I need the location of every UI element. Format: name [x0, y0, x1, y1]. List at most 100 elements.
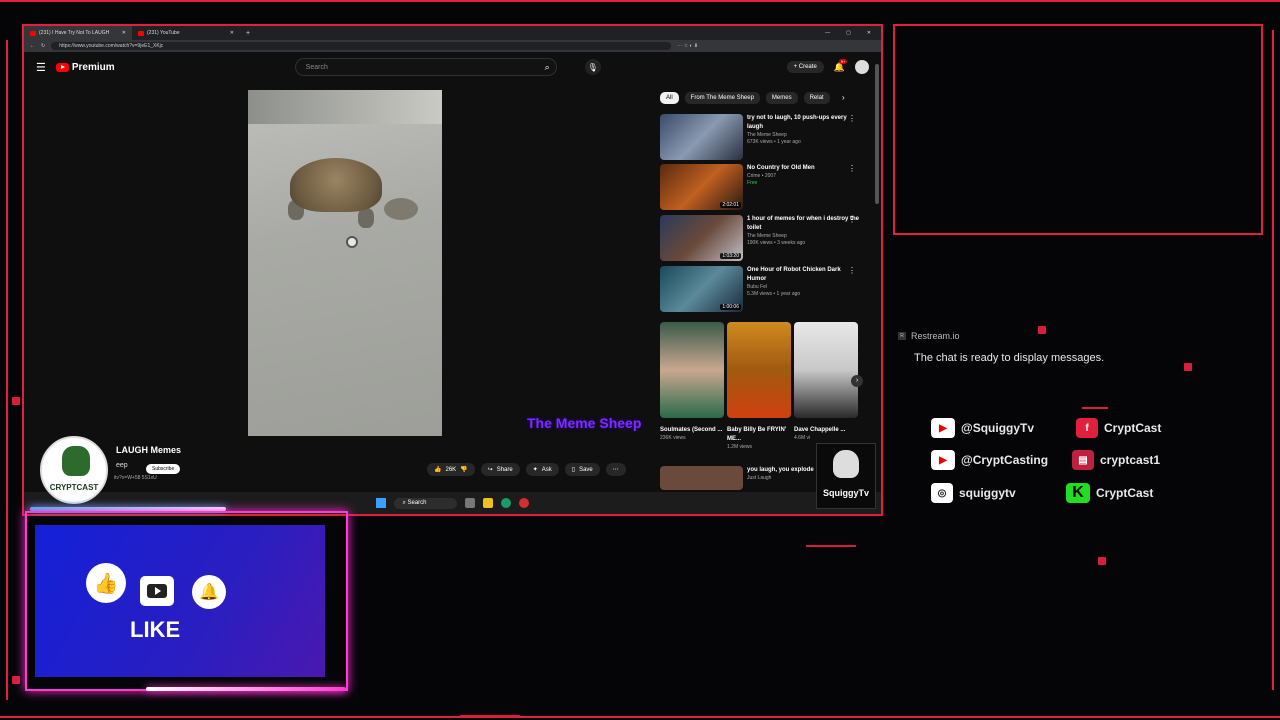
- search-input[interactable]: Search: [294, 58, 557, 76]
- rec-meta: Free: [747, 180, 758, 186]
- taskbar-search[interactable]: ⌕ Search: [394, 497, 457, 509]
- video-player[interactable]: [248, 90, 442, 436]
- neon-glow-bar: [146, 687, 346, 691]
- task-view-icon[interactable]: [464, 498, 475, 508]
- share-button[interactable]: ↪ Share: [480, 463, 520, 476]
- chip-all[interactable]: All: [660, 92, 679, 104]
- short-thumbnail[interactable]: [660, 322, 724, 418]
- short-title: Baby Billy Be FRYIN' ME...: [727, 427, 787, 442]
- bell-icon: 🔔: [192, 575, 226, 609]
- turtle-head: [384, 198, 418, 220]
- tab-inactive[interactable]: (231) YouTube ✕: [132, 26, 240, 40]
- tab-bar: (231) I Have Try Not To LAUGH ✕ (231) Yo…: [24, 26, 881, 40]
- notifications-bell-icon[interactable]: 🔔 9+: [834, 58, 848, 73]
- more-options-icon[interactable]: ⋮: [848, 266, 856, 275]
- deco-dash: [806, 545, 856, 547]
- list-item[interactable]: 2:02:01 No Country for Old Men Crime • 2…: [660, 164, 860, 210]
- list-item[interactable]: 1:00:06 One Hour of Robot Chicken Dark H…: [660, 266, 860, 312]
- hamburger-menu-icon[interactable]: ☰: [36, 61, 46, 74]
- tab-active[interactable]: (231) I Have Try Not To LAUGH ✕: [24, 26, 132, 40]
- tab-label: (231) YouTube: [147, 30, 180, 36]
- social-handle: CryptCast: [1096, 486, 1154, 500]
- save-button[interactable]: ▯ Save: [564, 463, 600, 476]
- close-window-icon[interactable]: ✕: [867, 30, 871, 36]
- deco-dash: [460, 715, 520, 717]
- minimize-icon[interactable]: —: [825, 30, 830, 36]
- deco-dot: [12, 397, 20, 405]
- frame-left-border: [6, 40, 8, 700]
- more-options-icon[interactable]: ⋮: [848, 215, 856, 224]
- social-instagram: ◎ squiggytv: [931, 483, 1016, 503]
- ask-button[interactable]: ✦ Ask: [525, 463, 559, 476]
- new-tab-button[interactable]: +: [240, 30, 256, 37]
- scrollbar[interactable]: [875, 64, 879, 204]
- duration-badge: 1:00:06: [720, 304, 741, 310]
- rec-channel: The Meme Sheep: [747, 233, 787, 239]
- notification-badge: 9+: [838, 58, 848, 64]
- social-handle: @SquiggyTv: [961, 421, 1035, 435]
- video-thumbnail: 2:02:01: [660, 164, 743, 210]
- account-avatar[interactable]: [855, 60, 869, 74]
- share-label: Share: [496, 466, 513, 473]
- frame-right-border: [1272, 30, 1274, 690]
- rec-title: try not to laugh, 10 push-ups every laug…: [747, 115, 847, 130]
- more-options-icon[interactable]: ⋮: [848, 164, 856, 173]
- extensions-icon[interactable]: ⋯ ☆ ◐ ⬇: [677, 43, 698, 49]
- turtle-shell: [290, 158, 382, 212]
- restream-header: R Restream.io: [898, 331, 960, 341]
- more-options-icon[interactable]: ⋮: [848, 114, 856, 123]
- search-icon[interactable]: ⌕: [545, 62, 561, 73]
- rec-meta: 190K views • 3 weeks ago: [747, 240, 806, 246]
- chrome-icon[interactable]: [518, 498, 529, 508]
- channel-name[interactable]: eep: [116, 462, 128, 469]
- back-icon[interactable]: ←: [30, 43, 35, 49]
- short-views: 4.6M vi: [794, 435, 811, 441]
- shorts-shelf: [660, 322, 858, 418]
- edge-icon[interactable]: [500, 498, 511, 508]
- taskbar-search-label: Search: [407, 499, 427, 506]
- list-item[interactable]: try not to laugh, 10 push-ups every laug…: [660, 114, 860, 160]
- thumbs-down-icon[interactable]: 👎: [460, 466, 467, 473]
- windows-start-icon[interactable]: [376, 498, 387, 508]
- chevron-right-icon[interactable]: ›: [851, 375, 863, 387]
- microphone-icon[interactable]: 🎙: [584, 59, 601, 75]
- url-field[interactable]: https://www.youtube.com/watch?v=9jeE1_XK…: [51, 42, 672, 50]
- youtube-favicon-icon: [138, 30, 144, 36]
- sparkle-icon: ✦: [532, 467, 538, 473]
- video-thumbnail: 1:03:20: [660, 215, 743, 261]
- facebook-icon: f: [1076, 418, 1098, 438]
- thumbs-up-icon: 👍: [86, 563, 126, 603]
- close-tab-icon[interactable]: ✕: [122, 30, 126, 36]
- frame-bottom-border: [0, 716, 1280, 718]
- youtube-logo[interactable]: Premium: [55, 61, 115, 73]
- social-youtube-squiggy: ▶ @SquiggyTv: [931, 418, 1034, 438]
- maximize-icon[interactable]: ▢: [846, 30, 851, 36]
- close-tab-icon[interactable]: ✕: [230, 30, 234, 36]
- social-facebook: f CryptCast: [1076, 418, 1161, 438]
- social-handle: squiggytv: [959, 486, 1016, 500]
- kick-icon: K: [1066, 483, 1090, 503]
- chip-from-channel[interactable]: From The Meme Sheep: [684, 92, 760, 104]
- frame-top-border: [0, 0, 1280, 2]
- chip-memes[interactable]: Memes: [765, 92, 798, 104]
- list-item[interactable]: 1:03:20 1 hour of memes for when i destr…: [660, 215, 860, 261]
- short-thumbnail[interactable]: [794, 322, 858, 418]
- skull-icon: [833, 450, 859, 478]
- squiggytv-logo-text: SquiggyTv: [822, 488, 869, 498]
- reload-icon[interactable]: ↻: [41, 43, 45, 49]
- premium-label: Premium: [71, 61, 115, 73]
- subscribe-button[interactable]: Subscribe: [146, 464, 181, 474]
- like-label: LIKE: [130, 617, 181, 642]
- like-button[interactable]: 👍 26K 👎: [427, 463, 475, 476]
- file-explorer-icon[interactable]: [482, 498, 493, 508]
- save-label: Save: [579, 466, 593, 473]
- chip-related[interactable]: Relat: [803, 92, 830, 104]
- youtube-icon: ▶: [931, 418, 955, 438]
- short-thumbnail[interactable]: [727, 322, 791, 418]
- more-actions-icon[interactable]: ⋯: [605, 463, 626, 476]
- create-button[interactable]: + Create: [786, 61, 824, 73]
- instagram-icon: ◎: [931, 483, 953, 503]
- subscribe-play-icon: [140, 576, 174, 606]
- chevron-right-icon[interactable]: ›: [842, 93, 845, 102]
- video-title: LAUGH Memes: [116, 445, 182, 455]
